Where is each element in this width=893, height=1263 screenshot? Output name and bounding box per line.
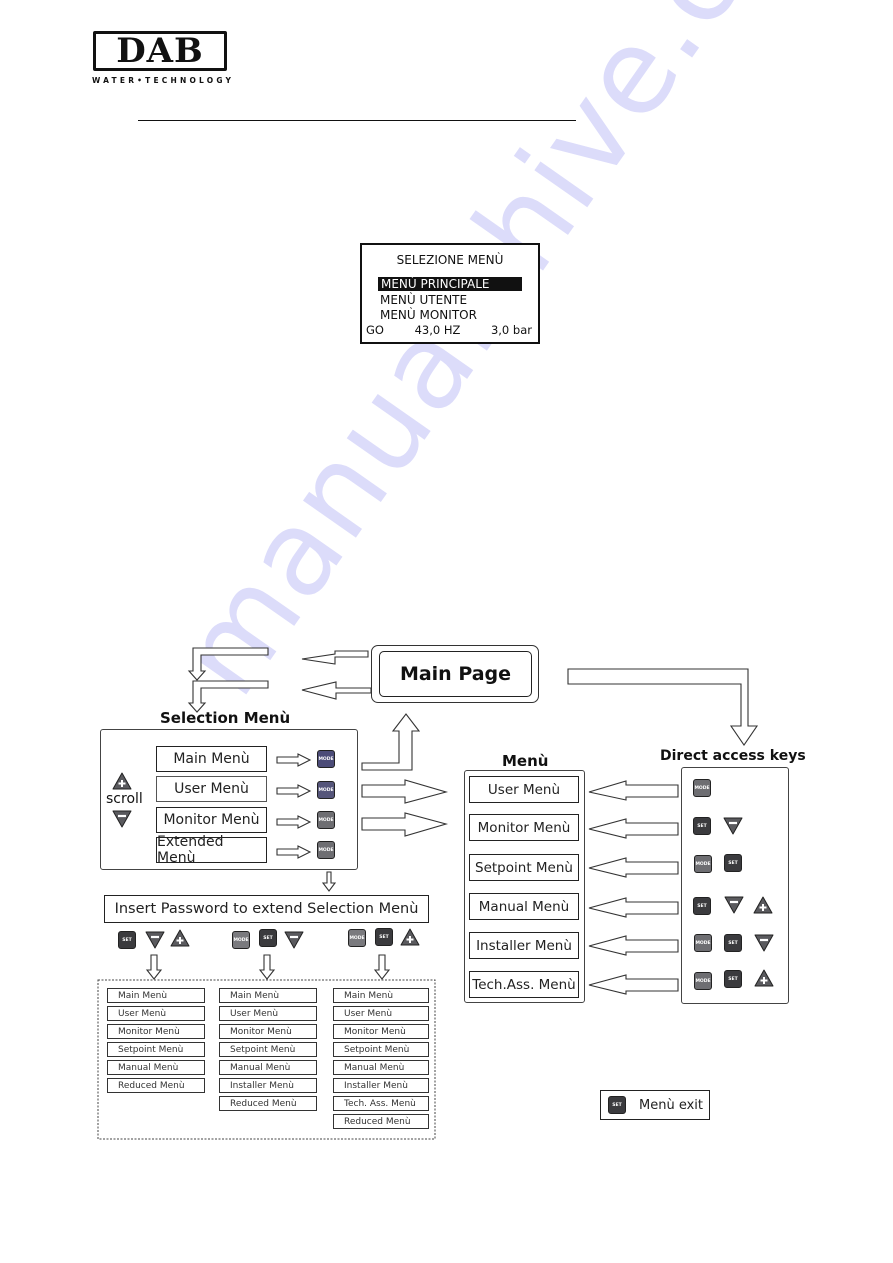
plus-key-icon	[112, 772, 132, 790]
scroll-label: scroll	[106, 791, 143, 807]
mode-key-icon: MODE	[694, 855, 712, 873]
set-key-icon: SET	[724, 854, 742, 872]
main-page-box: Main Page	[379, 651, 532, 697]
list-item: User Menù	[107, 1006, 205, 1021]
list-item: Manual Menù	[107, 1060, 205, 1075]
set-key-icon: SET	[118, 931, 136, 949]
mode-key-icon: MODE	[693, 779, 711, 797]
menu-panel	[464, 770, 585, 1003]
list-item: Reduced Menù	[107, 1078, 205, 1093]
minus-key-icon	[284, 931, 304, 949]
mode-key-icon: MODE	[317, 750, 335, 768]
list-item: Main Menù	[107, 988, 205, 1003]
mode-key-icon: MODE	[317, 841, 335, 859]
mode-key-icon: MODE	[348, 929, 366, 947]
selection-menu-title: Selection Menù	[160, 709, 291, 727]
list-item: User Menù	[333, 1006, 429, 1021]
list-item: Main Menù	[333, 988, 429, 1003]
minus-key-icon	[145, 931, 165, 949]
list-item: Main Menù	[219, 988, 317, 1003]
selection-item-monitor-menu: Monitor Menù	[156, 807, 267, 833]
mode-key-icon: MODE	[232, 931, 250, 949]
plus-key-icon	[754, 969, 774, 987]
direct-access-title: Direct access keys	[660, 748, 806, 764]
minus-key-icon	[724, 896, 744, 914]
list-item: Setpoint Menù	[219, 1042, 317, 1057]
set-key-icon: SET	[693, 817, 711, 835]
list-item: Monitor Menù	[107, 1024, 205, 1039]
list-item: Reduced Menù	[333, 1114, 429, 1129]
set-key-icon: SET	[724, 934, 742, 952]
list-item: Manual Menù	[333, 1060, 429, 1075]
set-key-icon: SET	[375, 928, 393, 946]
menu-item-tech-ass: Tech.Ass. Menù	[469, 971, 579, 998]
mode-key-icon: MODE	[694, 972, 712, 990]
plus-key-icon	[170, 929, 190, 947]
list-item: Installer Menù	[219, 1078, 317, 1093]
minus-key-icon	[112, 810, 132, 828]
list-item: Tech. Ass. Menù	[333, 1096, 429, 1111]
list-item: Installer Menù	[333, 1078, 429, 1093]
mode-key-icon: MODE	[694, 934, 712, 952]
menu-item-installer: Installer Menù	[469, 932, 579, 959]
minus-key-icon	[754, 934, 774, 952]
menu-item-user: User Menù	[469, 776, 579, 803]
list-item: Monitor Menù	[219, 1024, 317, 1039]
list-item: Manual Menù	[219, 1060, 317, 1075]
set-key-icon: SET	[693, 897, 711, 915]
list-item: Monitor Menù	[333, 1024, 429, 1039]
selection-item-main-menu: Main Menù	[156, 746, 267, 772]
selection-item-user-menu: User Menù	[156, 776, 267, 802]
set-key-icon: SET	[259, 929, 277, 947]
mode-key-icon: MODE	[317, 811, 335, 829]
password-box: Insert Password to extend Selection Menù	[104, 895, 429, 923]
set-key-icon: SET	[608, 1096, 626, 1114]
menu-title: Menù	[502, 752, 549, 770]
list-item: Setpoint Menù	[107, 1042, 205, 1057]
menu-exit-legend: SET Menù exit	[600, 1090, 710, 1120]
list-item: Reduced Menù	[219, 1096, 317, 1111]
menu-item-monitor: Monitor Menù	[469, 814, 579, 841]
set-key-icon: SET	[724, 970, 742, 988]
menu-item-manual: Manual Menù	[469, 893, 579, 920]
plus-key-icon	[400, 928, 420, 946]
selection-item-extended-menu: Extended Menù	[156, 834, 267, 866]
plus-key-icon	[753, 896, 773, 914]
minus-key-icon	[723, 817, 743, 835]
list-item: Setpoint Menù	[333, 1042, 429, 1057]
list-item: User Menù	[219, 1006, 317, 1021]
menu-exit-label: Menù exit	[639, 1097, 703, 1113]
mode-key-icon: MODE	[317, 781, 335, 799]
menu-item-setpoint: Setpoint Menù	[469, 854, 579, 881]
